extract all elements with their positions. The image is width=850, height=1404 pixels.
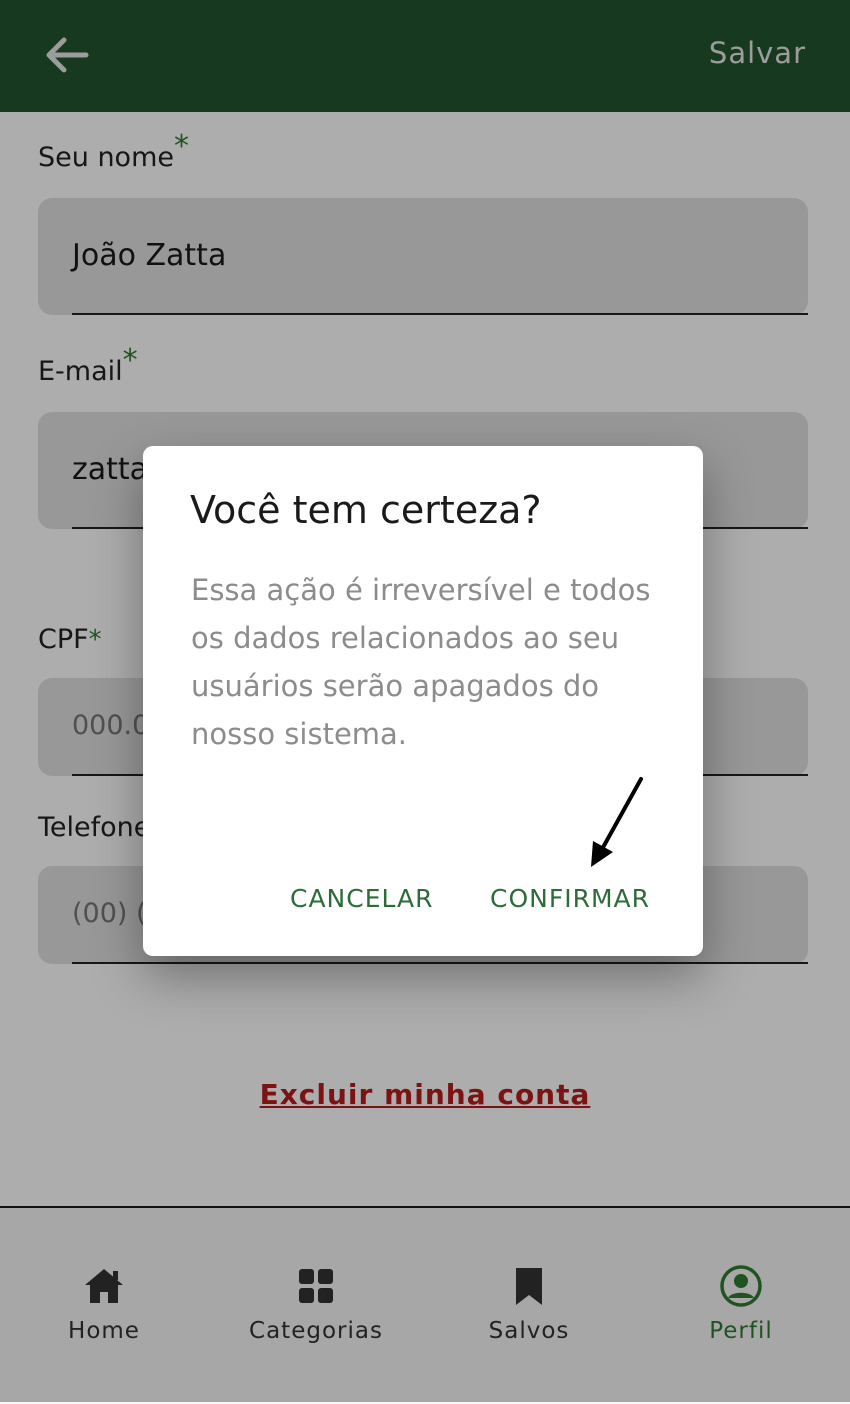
confirm-button[interactable]: CONFIRMAR bbox=[490, 884, 650, 913]
annotation-arrow-icon bbox=[591, 777, 643, 867]
dialog-title: Você tem certeza? bbox=[190, 488, 542, 532]
confirm-dialog: Você tem certeza? Essa ação é irreversív… bbox=[143, 446, 703, 956]
dialog-message: Essa ação é irreversível e todos os dado… bbox=[191, 573, 651, 751]
cancel-button[interactable]: CANCELAR bbox=[290, 884, 434, 913]
